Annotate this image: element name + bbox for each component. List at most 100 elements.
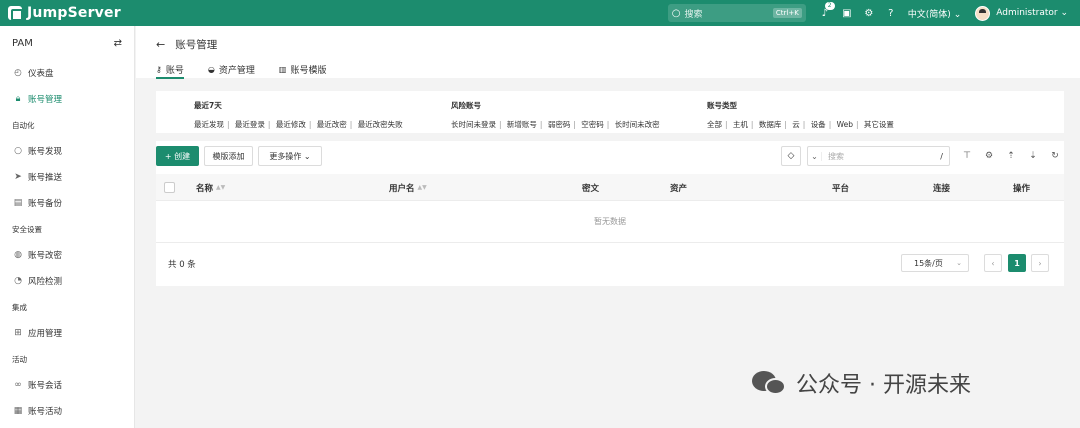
column-actions: 操作 [1013, 183, 1031, 194]
sidebar-item-dashboard[interactable]: ◴ 仪表盘 [0, 60, 134, 86]
page-title: 账号管理 [175, 39, 218, 51]
filter-long-no-login[interactable]: 长时间未登录 [451, 120, 496, 129]
filter-empty-password[interactable]: 空密码 [581, 120, 604, 129]
terminal-icon[interactable]: ▣ [836, 8, 858, 19]
language-label: 中文(简体) [907, 9, 951, 20]
column-name[interactable]: 名称 ▲▼ [196, 174, 225, 201]
page-number-button[interactable]: 1 [1008, 254, 1026, 272]
refresh-icon[interactable]: ↻ [1048, 146, 1062, 166]
user-name: Administrator [996, 8, 1058, 18]
filter-type-all[interactable]: 全部 [707, 120, 722, 129]
filter-recent-change-failed[interactable]: 最近改密失败 [358, 120, 403, 129]
bell-icon[interactable]: ♪ 2 [814, 1, 836, 19]
sort-icon: ▲▼ [417, 184, 427, 191]
app-logo[interactable]: JumpServer [8, 5, 121, 21]
filter-new-account[interactable]: 新增账号 [507, 120, 537, 129]
jumpserver-logo-icon [8, 6, 23, 21]
sidebar-item-label: 仪表盘 [28, 69, 54, 79]
chevron-down-icon[interactable]: ⌄ [808, 151, 822, 161]
filter-weak-password[interactable]: 弱密码 [548, 120, 571, 129]
dashboard-icon: ◴ [14, 68, 22, 78]
chevron-down-icon: ⌄ [303, 151, 311, 161]
sidebar-item-risk-detection[interactable]: ◔ 风险检测 [0, 268, 134, 294]
template-icon: ▥ [278, 64, 287, 74]
language-selector[interactable]: 中文(简体) ⌄ [908, 7, 961, 20]
sidebar-item-label: 账号管理 [28, 95, 63, 105]
search-icon: ○ [671, 7, 681, 19]
filter-long-no-change[interactable]: 长时间未改密 [615, 120, 660, 129]
column-platform: 平台 [832, 183, 850, 194]
sidebar-item-app-management[interactable]: ⊞ 应用管理 [0, 320, 134, 346]
sidebar-item-label: 应用管理 [28, 329, 63, 339]
column-connect: 连接 [933, 183, 951, 194]
sidebar-item-account-discovery[interactable]: ○ 账号发现 [0, 138, 134, 164]
filter-recent-password-changed[interactable]: 最近改密 [317, 120, 347, 129]
switch-view-icon[interactable]: ⇄ [114, 38, 122, 49]
sidebar-item-account-sessions[interactable]: ∞ 账号会话 [0, 372, 134, 398]
sort-icon: ▲▼ [216, 184, 226, 191]
filter-group-title: 最近7天 [194, 101, 222, 110]
sidebar-item-account-activity[interactable]: ▦ 账号活动 [0, 398, 134, 424]
sidebar-item-account-backup[interactable]: ▤ 账号备份 [0, 190, 134, 216]
account-table-card: + 创建 模版添加 更多操作 ⌄ ◇ ⌄ 搜索 / ⊤ ⚙ ⇡ ⇣ ↻ 名称 ▲▼… [156, 141, 1064, 286]
tag-filter-icon[interactable]: ◇ [781, 146, 801, 166]
import-icon[interactable]: ⇣ [1026, 146, 1040, 166]
tab-accounts[interactable]: ⚷ 账号 [156, 60, 184, 79]
send-icon: ➤ [14, 172, 22, 182]
filter-recent-login[interactable]: 最近登录 [235, 120, 265, 129]
global-search[interactable]: ○ 搜索 Ctrl+K [667, 4, 806, 22]
tab-account-templates[interactable]: ▥ 账号模版 [279, 60, 327, 78]
column-settings-icon[interactable]: ⊤ [960, 146, 974, 166]
tab-label: 账号 [165, 65, 184, 76]
filter-type-device[interactable]: 设备 [811, 120, 826, 129]
sidebar-item-label: 风险检测 [28, 277, 63, 287]
key-icon: ⚷ [156, 64, 162, 74]
sidebar-item-label: 账号发现 [28, 147, 63, 157]
table-header: 名称 ▲▼ 用户名 ▲▼ 密文 资产 平台 连接 操作 [156, 174, 1064, 201]
table-search-input[interactable]: ⌄ 搜索 / [807, 146, 950, 166]
user-menu[interactable]: Administrator ⌄ [975, 5, 1068, 21]
sidebar-section-security: 安全设置 [12, 224, 42, 234]
settings-icon[interactable]: ⚙ [858, 8, 880, 19]
settings-icon[interactable]: ⚙ [982, 146, 996, 166]
template-add-button[interactable]: 模版添加 [204, 146, 253, 166]
sidebar-section-integration: 集成 [12, 302, 27, 312]
filter-type-database[interactable]: 数据库 [759, 120, 782, 129]
quick-filter-panel: 最近7天 最近发现 | 最近登录 | 最近修改 | 最近改密 | 最近改密失败 风险账号… [156, 91, 1064, 133]
sidebar-item-account-push[interactable]: ➤ 账号推送 [0, 164, 134, 190]
filter-type-web[interactable]: Web [837, 120, 853, 129]
top-navbar: JumpServer ○ 搜索 Ctrl+K ♪ 2 ▣ ⚙ ? 中文(简体) ⌄… [0, 0, 1080, 26]
search-icon: ○ [14, 146, 22, 156]
back-arrow-icon[interactable]: ← [156, 38, 165, 51]
column-asset: 资产 [670, 183, 688, 194]
create-button[interactable]: + 创建 [156, 146, 199, 166]
tab-asset-management[interactable]: ◒ 资产管理 [208, 60, 255, 78]
page-size-select[interactable]: 15条/页 ⌄ [901, 254, 969, 272]
sidebar-item-label: 账号活动 [28, 407, 63, 417]
more-actions-dropdown[interactable]: 更多操作 ⌄ [258, 146, 322, 166]
backup-icon: ▤ [13, 198, 23, 208]
link-icon: ∞ [14, 380, 22, 390]
next-page-button[interactable]: › [1031, 254, 1049, 272]
export-icon[interactable]: ⇡ [1004, 146, 1018, 166]
help-icon[interactable]: ? [880, 8, 902, 19]
filter-group-recent: 最近7天 最近发现 | 最近登录 | 最近修改 | 最近改密 | 最近改密失败 [194, 100, 403, 130]
page-header: ← 账号管理 ⚷ 账号 ◒ 资产管理 ▥ 账号模版 [136, 26, 1080, 79]
filter-recent-discovered[interactable]: 最近发现 [194, 120, 224, 129]
select-all-checkbox[interactable] [164, 174, 175, 201]
lock-icon: 🔒︎ [15, 94, 21, 104]
brand-name: JumpServer [27, 5, 121, 21]
table-toolbar: + 创建 模版添加 更多操作 ⌄ ◇ ⌄ 搜索 / ⊤ ⚙ ⇡ ⇣ ↻ [156, 146, 1064, 166]
filter-type-cloud[interactable]: 云 [792, 120, 800, 129]
filter-type-host[interactable]: 主机 [733, 120, 748, 129]
filter-recent-modified[interactable]: 最近修改 [276, 120, 306, 129]
filter-group-type: 账号类型 全部 | 主机 | 数据库 | 云 | 设备 | Web | 其它设置 [707, 100, 894, 130]
filter-type-other[interactable]: 其它设置 [864, 120, 894, 129]
column-username[interactable]: 用户名 ▲▼ [389, 174, 427, 201]
filter-group-risk: 风险账号 长时间未登录 | 新增账号 | 弱密码 | 空密码 | 长时间未改密 [451, 100, 660, 130]
notification-badge: 2 [824, 1, 835, 10]
prev-page-button[interactable]: ‹ [984, 254, 1002, 272]
activity-icon: ▦ [13, 406, 23, 416]
sidebar-item-password-change[interactable]: ◍ 账号改密 [0, 242, 134, 268]
sidebar-item-account-management[interactable]: 🔒︎ 账号管理 [0, 86, 134, 112]
